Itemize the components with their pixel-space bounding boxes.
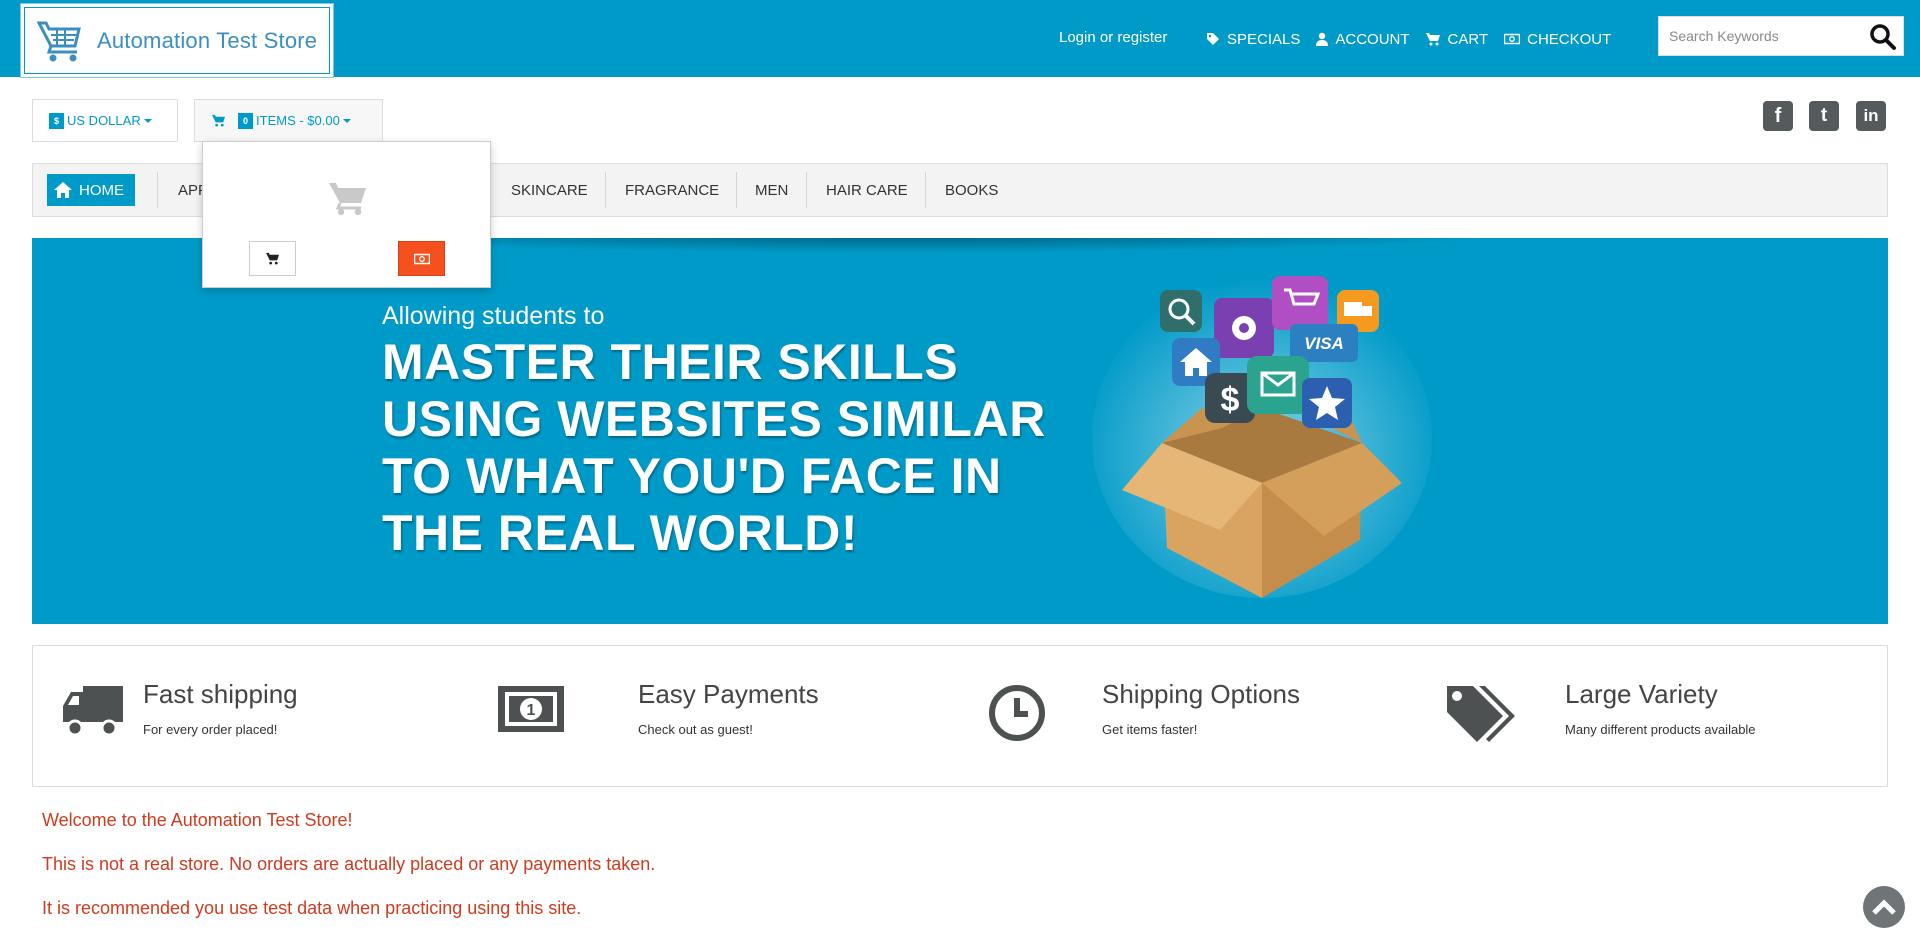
scroll-to-top-button[interactable]: [1863, 886, 1905, 928]
cart-summary: ITEMS - $0.00: [256, 113, 340, 128]
feature-easy-payments: 1 Easy Payments Check out as guest!: [496, 646, 956, 786]
cart-icon: [265, 252, 279, 265]
chevron-down-icon: [342, 118, 351, 123]
nav-item-fragrance[interactable]: FRAGRANCE: [625, 182, 719, 199]
currency-label: US DOLLAR: [67, 113, 141, 128]
specials-link[interactable]: SPECIALS: [1206, 31, 1300, 48]
feature-desc: Many different products available: [1565, 722, 1756, 737]
twitter-icon[interactable]: t: [1809, 101, 1839, 131]
clock-icon: [989, 685, 1045, 741]
home-icon: [54, 182, 72, 198]
empty-cart-icon: [329, 183, 366, 216]
checkout-label: CHECKOUT: [1527, 30, 1612, 48]
feature-title: Shipping Options: [1102, 679, 1301, 709]
logo-text: Automation Test Store: [97, 27, 318, 53]
feature-desc: For every order placed!: [143, 722, 278, 737]
feature-desc: Get items faster!: [1102, 722, 1198, 737]
svg-text:VISA: VISA: [1304, 334, 1344, 353]
currency-selector[interactable]: $ US DOLLAR: [32, 99, 178, 142]
login-register-link[interactable]: Login or register: [1059, 29, 1167, 46]
top-header: Automation Test Store Login or register …: [0, 0, 1920, 78]
header-nav-links: SPECIALS ACCOUNT CART CHECKOUT: [1206, 28, 1611, 50]
feature-title: Fast shipping: [143, 679, 298, 709]
features-strip: Fast shipping For every order placed! 1 …: [32, 645, 1888, 787]
cart-label: CART: [1447, 30, 1489, 48]
money-icon: [1504, 33, 1521, 45]
nav-item-hair-care[interactable]: HAIR CARE: [826, 182, 908, 199]
feature-shipping-options: Shipping Options Get items faster!: [958, 646, 1418, 786]
cart-link[interactable]: CART: [1425, 30, 1489, 48]
welcome-line: This is not a real store. No orders are …: [42, 854, 656, 874]
cart-dropdown-panel: [202, 141, 491, 288]
search-box: [1658, 16, 1904, 56]
truck-icon: [63, 686, 123, 737]
user-icon: [1316, 32, 1329, 46]
currency-badge: $: [49, 112, 65, 129]
welcome-line: It is recommended you use test data when…: [42, 898, 582, 918]
feature-fast-shipping: Fast shipping For every order placed!: [33, 646, 493, 786]
nav-home-label: HOME: [79, 181, 124, 199]
cart-dropdown-button[interactable]: 0 ITEMS - $0.00: [194, 99, 383, 142]
cart-icon: [212, 114, 226, 127]
view-cart-button[interactable]: [249, 241, 296, 276]
feature-large-variety: Large Variety Many different products av…: [1420, 646, 1880, 786]
banner-headline: MASTER THEIR SKILLS USING WEBSITES SIMIL…: [382, 334, 1046, 561]
nav-divider: [925, 172, 926, 208]
money-icon: [413, 253, 430, 264]
nav-item-books[interactable]: BOOKS: [945, 182, 998, 199]
shopping-cart-logo-icon: [37, 21, 81, 61]
tag-icon: [1207, 33, 1219, 45]
nav-item-men[interactable]: MEN: [755, 182, 788, 199]
cart-icon: [1425, 33, 1440, 46]
open-box-illustration: VISA $: [1092, 276, 1432, 598]
nav-item-skincare[interactable]: SKINCARE: [511, 182, 588, 199]
svg-text:1: 1: [527, 702, 536, 719]
account-link[interactable]: ACCOUNT: [1316, 30, 1410, 48]
nav-divider: [605, 172, 606, 208]
feature-title: Easy Payments: [638, 679, 819, 709]
checkout-button[interactable]: [398, 241, 445, 276]
store-logo[interactable]: Automation Test Store: [20, 3, 334, 78]
checkout-link[interactable]: CHECKOUT: [1504, 31, 1611, 48]
facebook-icon[interactable]: f: [1763, 101, 1793, 131]
chevron-down-icon: [143, 118, 152, 123]
account-label: ACCOUNT: [1335, 30, 1410, 48]
nav-divider: [806, 172, 807, 208]
tags-icon: [1447, 686, 1515, 742]
nav-divider: [157, 172, 158, 208]
chevron-up-icon: [1872, 899, 1896, 915]
nav-home[interactable]: HOME: [47, 174, 135, 206]
search-icon[interactable]: [1869, 23, 1897, 51]
cart-count-badge: 0: [238, 112, 254, 129]
specials-label: SPECIALS: [1227, 30, 1301, 48]
banknote-icon: 1: [498, 686, 564, 732]
search-input[interactable]: [1659, 17, 1859, 55]
hero-banner: Allowing students to MASTER THEIR SKILLS…: [32, 238, 1888, 624]
nav-divider: [736, 172, 737, 208]
feature-title: Large Variety: [1565, 679, 1718, 709]
welcome-line: Welcome to the Automation Test Store!: [42, 810, 353, 830]
svg-text:$: $: [1221, 381, 1240, 419]
feature-desc: Check out as guest!: [638, 722, 753, 737]
banner-subtitle: Allowing students to: [382, 302, 605, 330]
linkedin-icon[interactable]: in: [1856, 101, 1886, 131]
